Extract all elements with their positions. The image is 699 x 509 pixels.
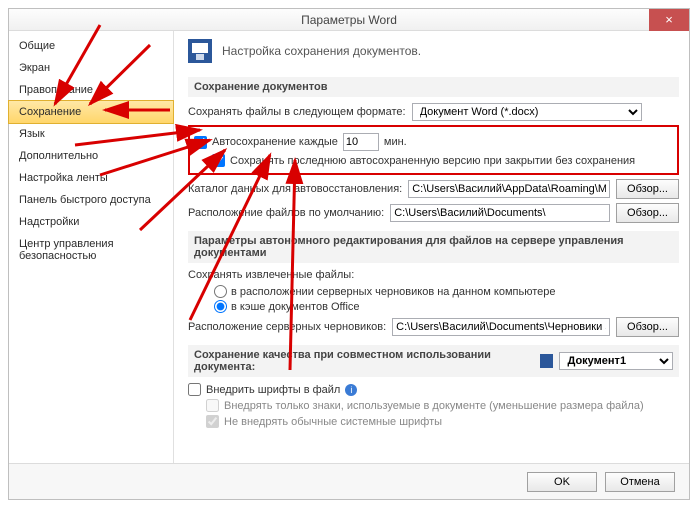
drafts-loc-label: Расположение серверных черновиков: [188,321,386,333]
sidebar-item-customize-ribbon[interactable]: Настройка ленты [9,167,173,189]
autosave-checkbox[interactable] [194,136,207,149]
autosave-label: Автосохранение каждые [212,136,338,148]
section-save-title: Сохранение документов [188,77,679,97]
save-extracted-label: Сохранять извлеченные файлы: [188,269,354,281]
sidebar-item-display[interactable]: Экран [9,57,173,79]
keep-last-autosave-checkbox[interactable] [212,154,225,167]
quality-doc-select[interactable]: Документ1 [559,352,673,370]
sidebar-item-general[interactable]: Общие [9,35,173,57]
close-button[interactable]: × [649,9,689,31]
titlebar: Параметры Word × [9,9,689,31]
save-icon [188,39,212,63]
autosave-minutes-input[interactable] [343,133,379,151]
radio-cache-label: в кэше документов Office [231,301,360,313]
sidebar-item-trust-center[interactable]: Центр управления безопасностью [9,233,173,267]
browse-recover-button[interactable]: Обзор... [616,179,679,199]
embed-fonts-checkbox[interactable] [188,383,201,396]
format-select[interactable]: Документ Word (*.docx) [412,103,642,121]
sidebar-item-proofing[interactable]: Правописание [9,79,173,101]
radio-server-drafts[interactable] [214,285,227,298]
section-offline-title: Параметры автономного редактирования для… [188,231,679,263]
sidebar-item-addins[interactable]: Надстройки [9,211,173,233]
highlight-box: Автосохранение каждые мин. Сохранять пос… [188,125,679,175]
content-pane: Настройка сохранения документов. Сохране… [174,31,689,463]
cancel-button[interactable]: Отмена [605,472,675,492]
default-loc-input[interactable] [390,204,610,222]
skip-system-fonts-checkbox [206,415,219,428]
window-title: Параметры Word [301,13,397,27]
browse-drafts-button[interactable]: Обзор... [616,317,679,337]
drafts-loc-input[interactable] [392,318,610,336]
sidebar: Общие Экран Правописание Сохранение Язык… [9,31,174,463]
dialog-footer: OK Отмена [9,463,689,499]
keep-last-autosave-label: Сохранять последнюю автосохраненную верс… [230,155,635,167]
autosave-unit: мин. [384,136,407,148]
radio-server-label: в расположении серверных черновиков на д… [231,286,555,298]
browse-default-button[interactable]: Обзор... [616,203,679,223]
sidebar-item-qat[interactable]: Панель быстрого доступа [9,189,173,211]
default-loc-label: Расположение файлов по умолчанию: [188,207,384,219]
ok-button[interactable]: OK [527,472,597,492]
recover-dir-input[interactable] [408,180,610,198]
skip-system-fonts-label: Не внедрять обычные системные шрифты [224,416,442,428]
embed-fonts-label: Внедрить шрифты в файл [206,384,340,396]
embed-used-only-checkbox [206,399,219,412]
section-quality-title: Сохранение качества при совместном испол… [194,349,534,373]
format-label: Сохранять файлы в следующем формате: [188,106,406,118]
options-dialog: Параметры Word × Общие Экран Правописани… [8,8,690,500]
radio-office-cache[interactable] [214,300,227,313]
info-icon: i [345,384,357,396]
sidebar-item-save[interactable]: Сохранение [8,100,174,124]
sidebar-item-advanced[interactable]: Дополнительно [9,145,173,167]
recover-dir-label: Каталог данных для автовосстановления: [188,183,402,195]
sidebar-item-language[interactable]: Язык [9,123,173,145]
embed-used-only-label: Внедрять только знаки, используемые в до… [224,400,644,412]
document-icon [540,354,553,368]
section-quality-title-row: Сохранение качества при совместном испол… [188,345,679,377]
page-header: Настройка сохранения документов. [222,44,421,58]
